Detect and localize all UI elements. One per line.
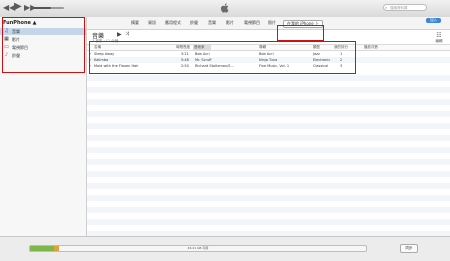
tab-apps[interactable]: 應用程式 xyxy=(165,20,181,26)
tab-music[interactable]: 音樂 xyxy=(208,20,216,26)
sidebar-highlight-box xyxy=(2,17,85,73)
volume-level xyxy=(32,7,52,9)
play-icon[interactable]: ▶ xyxy=(14,2,22,12)
song-list-highlight-box xyxy=(89,41,356,74)
play-all-icon[interactable]: ▶ xyxy=(117,31,122,38)
empty-row-stripe xyxy=(87,171,450,177)
tab-summary[interactable]: 摘要 xyxy=(131,20,139,26)
empty-row-stripe xyxy=(87,111,450,117)
column-header-plays[interactable]: 播放次數 xyxy=(364,45,378,50)
search-placeholder: 搜尋資料庫 xyxy=(390,6,408,10)
edit-label: 編輯 xyxy=(435,39,443,43)
tab-tv-shows[interactable]: 電視節目 xyxy=(244,20,260,26)
on-iphone-highlight-box xyxy=(277,25,324,41)
search-input[interactable]: ⌕ 搜尋資料庫 xyxy=(383,4,427,11)
tab-movies[interactable]: 影片 xyxy=(226,20,234,26)
edit-button[interactable]: ☷ 編輯 xyxy=(434,33,444,44)
empty-row-stripe xyxy=(87,75,450,81)
capacity-bar: 26.21 GB 可用 xyxy=(29,245,367,252)
empty-row-stripe xyxy=(87,135,450,141)
bottom-bar: 26.21 GB 可用 同步 xyxy=(0,236,450,261)
sync-button[interactable]: 同步 xyxy=(400,244,418,253)
add-button[interactable]: 加入 xyxy=(426,18,441,23)
shuffle-icon[interactable]: ⤨ xyxy=(125,31,129,37)
top-nav: 摘要 資訊 應用程式 鈴聲 音樂 影片 電視節目 照片 在我的 iPhone 上… xyxy=(87,17,450,30)
empty-row-stripe xyxy=(87,183,450,189)
empty-row-stripe xyxy=(87,219,450,225)
capacity-label: 26.21 GB 可用 xyxy=(187,246,209,250)
empty-row-stripe xyxy=(87,99,450,105)
empty-row-stripe xyxy=(87,87,450,93)
tab-photos[interactable]: 照片 xyxy=(268,20,276,26)
apple-logo-icon xyxy=(220,3,229,13)
search-icon: ⌕ xyxy=(385,5,388,10)
empty-row-stripe xyxy=(87,195,450,201)
tab-ringtones[interactable]: 鈴聲 xyxy=(190,20,198,26)
tab-info[interactable]: 資訊 xyxy=(148,20,156,26)
empty-row-stripe xyxy=(87,159,450,165)
empty-row-stripe xyxy=(87,147,450,153)
empty-row-stripe xyxy=(87,123,450,129)
title-bar: ◀◀ ▶ ▶▶ ⌕ 搜尋資料庫 xyxy=(0,0,450,18)
volume-slider[interactable] xyxy=(32,7,64,9)
empty-row-stripe xyxy=(87,207,450,213)
